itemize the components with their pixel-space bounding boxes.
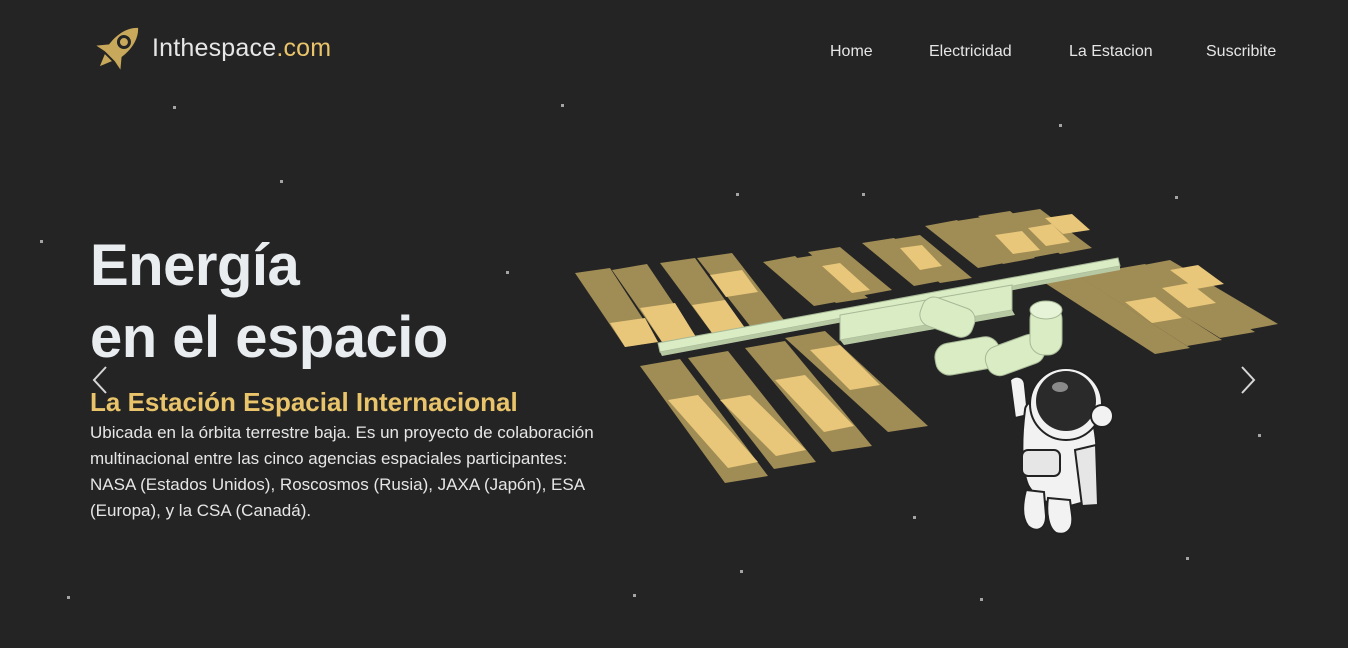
carousel-prev-button[interactable] — [88, 364, 114, 396]
star — [633, 594, 636, 597]
star — [280, 180, 283, 183]
brand-name-text: Inthespace — [152, 34, 277, 62]
star — [980, 598, 983, 601]
star — [1186, 557, 1189, 560]
brand-tld: .com — [276, 34, 332, 62]
rocket-icon[interactable] — [88, 16, 150, 78]
star — [862, 193, 865, 196]
star — [506, 271, 509, 274]
solar-panels-upper-right — [925, 209, 1092, 268]
star — [561, 104, 564, 107]
solar-panels-lower-left — [640, 331, 928, 483]
site-header: Inthespace.com Home Electricidad La Esta… — [0, 0, 1348, 100]
hero-description: Ubicada en la órbita terrestre baja. Es … — [90, 423, 594, 520]
star — [67, 596, 70, 599]
star — [736, 193, 739, 196]
hero-title: Energía en el espacio — [90, 230, 448, 374]
chevron-left-icon — [92, 366, 107, 394]
nav-electricidad[interactable]: Electricidad — [929, 43, 1012, 61]
star — [173, 106, 176, 109]
nav-suscribite[interactable]: Suscribite — [1206, 43, 1276, 61]
hero-title-line-2: en el espacio — [90, 305, 448, 370]
nav-home[interactable]: Home — [830, 43, 873, 61]
star — [1175, 196, 1178, 199]
astronaut — [1008, 367, 1114, 535]
star — [1059, 124, 1062, 127]
hero-subtitle: La Estación Espacial Internacional — [90, 387, 518, 417]
star — [740, 570, 743, 573]
space-station-illustration — [570, 200, 1290, 545]
star — [40, 240, 43, 243]
hero-title-line-1: Energía — [90, 233, 300, 298]
brand-name[interactable]: Inthespace.com — [152, 34, 331, 63]
nav-la-estacion[interactable]: La Estacion — [1069, 43, 1153, 61]
